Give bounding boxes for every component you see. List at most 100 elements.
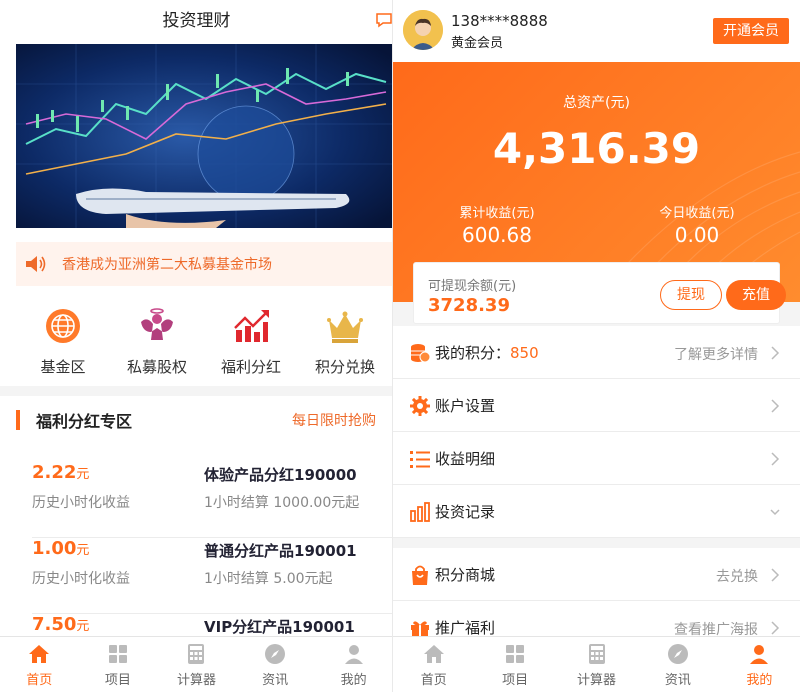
tab-label: 资讯 [664, 673, 691, 688]
top-bar: 投资理财 [0, 0, 393, 42]
tab-label: 首页 [420, 673, 447, 688]
grid-icon [108, 645, 127, 663]
tab-news[interactable]: 资讯 [637, 637, 718, 692]
news-text: 香港成为亚洲第二大私募基金市场 [62, 257, 272, 273]
category-dividend[interactable]: 福利分红 [204, 300, 298, 380]
banner-image [16, 44, 392, 228]
product-item[interactable]: 2.22元 历史小时化收益 体验产品分红190000 1小时结算 1000.00… [32, 462, 392, 538]
product-desc: 1小时结算 1000.00元起 [204, 495, 360, 511]
home-icon [29, 645, 50, 663]
tab-mine[interactable]: 我的 [719, 637, 800, 692]
section-accent-bar [16, 410, 20, 430]
cumulative-earnings: 累计收益(元) 600.68 [407, 202, 587, 247]
grid-icon [506, 645, 525, 663]
invest-home-screen: 投资理财 香港成为亚洲第二大私募基金市场 基金区 私募股权 福利分红 积分兑换 … [0, 0, 393, 692]
total-assets-value: 4,316.39 [492, 124, 701, 173]
tab-calculator[interactable]: 计算器 [556, 637, 637, 692]
product-rate: 2.22元 [32, 462, 90, 483]
section-divider [0, 386, 393, 396]
product-desc: 1小时结算 5.00元起 [204, 571, 333, 587]
chevron-down-icon [770, 509, 780, 516]
tab-label: 首页 [26, 673, 53, 688]
tab-news[interactable]: 资讯 [236, 637, 315, 692]
open-membership-button[interactable]: 开通会员 [713, 18, 789, 44]
avatar-image [403, 10, 443, 50]
product-rate: 7.50元 [32, 614, 90, 635]
trend-chart-icon [234, 310, 269, 342]
menu-label: 账户设置 [435, 397, 496, 415]
tab-label: 项目 [502, 673, 529, 688]
rate-label: 历史小时化收益 [32, 495, 130, 511]
menu-label: 我的积分：850 [435, 344, 539, 362]
withdrawable-label: 可提现余额(元) [428, 279, 517, 294]
chevron-right-icon [771, 568, 780, 582]
user-icon [750, 645, 769, 664]
home-icon [423, 645, 444, 663]
menu-item-points[interactable]: 我的积分：850 了解更多详情 [393, 326, 800, 379]
avatar[interactable] [403, 10, 443, 50]
member-level: 黄金会员 [451, 36, 504, 51]
compass-icon [265, 644, 286, 664]
news-ticker[interactable]: 香港成为亚洲第二大私募基金市场 [16, 242, 392, 286]
menu-item-investment-records[interactable]: 投资记录 [393, 485, 800, 538]
calculator-icon [188, 644, 205, 664]
menu-right-text: 了解更多详情 [674, 347, 758, 363]
gear-icon [410, 396, 430, 416]
compass-icon [667, 644, 688, 664]
cumulative-label: 累计收益(元) [459, 206, 535, 221]
tab-projects[interactable]: 项目 [79, 637, 158, 692]
tab-projects[interactable]: 项目 [474, 637, 555, 692]
speaker-icon [26, 256, 46, 272]
menu-item-earnings-detail[interactable]: 收益明细 [393, 432, 800, 485]
daily-flash-sale-link[interactable]: 每日限时抢购 [292, 410, 376, 430]
category-fund[interactable]: 基金区 [16, 300, 110, 380]
menu-right-text: 去兑换 [716, 569, 758, 585]
menu-label: 收益明细 [435, 450, 496, 468]
product-item[interactable]: 1.00元 历史小时化收益 普通分红产品190001 1小时结算 5.00元起 [32, 538, 392, 614]
message-icon[interactable] [375, 12, 393, 28]
chevron-right-icon [771, 452, 780, 466]
menu-label: 投资记录 [435, 503, 496, 521]
product-rate: 1.00元 [32, 538, 90, 559]
page-title: 投资理财 [162, 11, 231, 31]
tab-label: 我的 [340, 673, 367, 688]
withdraw-button[interactable]: 提现 [660, 280, 722, 310]
user-icon [344, 645, 363, 664]
menu-item-points-mall[interactable]: 积分商城 去兑换 [393, 548, 800, 601]
tab-label: 项目 [104, 673, 131, 688]
product-name: 体验产品分红190000 [204, 466, 357, 484]
bottom-tab-bar: 首页 项目 计算器 资讯 我的 [0, 636, 393, 692]
today-value: 0.00 [674, 223, 720, 247]
angel-icon [141, 308, 173, 340]
product-name: VIP分红产品190001 [204, 618, 355, 636]
my-account-screen: 138****8888 黄金会员 开通会员 总资产(元) 4,316.39 累计… [393, 0, 800, 692]
cumulative-value: 600.68 [462, 223, 532, 247]
tab-home[interactable]: 首页 [0, 637, 79, 692]
tab-calculator[interactable]: 计算器 [157, 637, 236, 692]
category-private-equity[interactable]: 私募股权 [110, 300, 204, 380]
calculator-icon [588, 644, 605, 664]
points-value: 850 [510, 344, 539, 362]
category-label: 私募股权 [126, 358, 187, 376]
crown-icon [327, 311, 363, 343]
total-assets-label: 总资产(元) [563, 95, 630, 111]
rate-label: 历史小时化收益 [32, 571, 130, 587]
user-phone: 138****8888 [451, 12, 548, 30]
menu-item-account-settings[interactable]: 账户设置 [393, 379, 800, 432]
profile-header: 138****8888 黄金会员 开通会员 [393, 0, 800, 62]
chevron-right-icon [771, 399, 780, 413]
shopping-bag-icon [412, 565, 428, 585]
section-title: 福利分红专区 [36, 412, 133, 431]
hero-banner[interactable] [16, 44, 392, 228]
coins-icon [411, 344, 431, 363]
tab-mine[interactable]: 我的 [314, 637, 393, 692]
category-grid: 基金区 私募股权 福利分红 积分兑换 [16, 300, 392, 380]
tab-label: 资讯 [262, 673, 289, 688]
category-label: 基金区 [40, 358, 86, 376]
recharge-button[interactable]: 充值 [726, 280, 786, 310]
category-label: 福利分红 [220, 358, 281, 376]
section-header: 福利分红专区 每日限时抢购 [16, 408, 392, 432]
tab-home[interactable]: 首页 [393, 637, 474, 692]
chevron-right-icon [771, 346, 780, 360]
category-points-exchange[interactable]: 积分兑换 [298, 300, 392, 380]
